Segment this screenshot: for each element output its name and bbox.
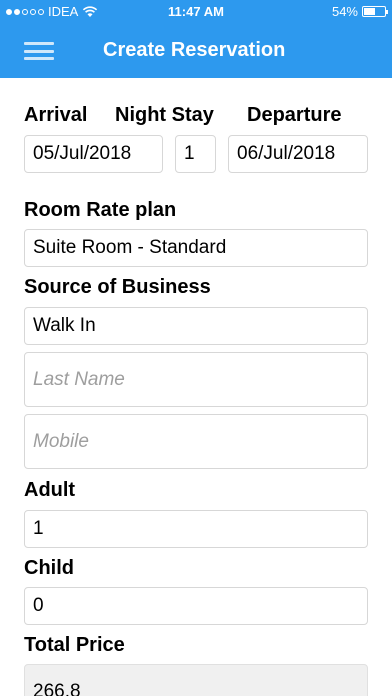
- arrival-date-field[interactable]: 05/Jul/2018: [24, 135, 163, 173]
- room-rate-plan-select[interactable]: Suite Room - Standard: [24, 229, 368, 267]
- departure-date-field[interactable]: 06/Jul/2018: [228, 135, 368, 173]
- battery-info: 54%: [331, 4, 388, 19]
- battery-icon: [362, 6, 388, 17]
- hamburger-menu-icon[interactable]: [24, 38, 54, 64]
- mobile-input[interactable]: Mobile: [24, 414, 368, 469]
- battery-percent: 54%: [331, 4, 358, 19]
- departure-label: Departure: [247, 104, 342, 126]
- source-of-business-label: Source of Business: [24, 276, 211, 298]
- last-name-input[interactable]: Last Name: [24, 352, 368, 407]
- source-of-business-select[interactable]: Walk In: [24, 307, 368, 345]
- page-title: Create Reservation: [103, 39, 286, 61]
- night-stay-label: Night Stay: [115, 104, 214, 126]
- status-bar: IDEA 11:47 AM 54%: [0, 0, 392, 24]
- adult-count-field[interactable]: 1: [24, 510, 368, 548]
- night-stay-field[interactable]: 1: [175, 135, 216, 173]
- adult-label: Adult: [24, 479, 76, 501]
- battery-level-fill: [364, 8, 375, 15]
- child-count-field[interactable]: 0: [24, 587, 368, 625]
- arrival-label: Arrival: [24, 104, 88, 126]
- child-label: Child: [24, 557, 74, 579]
- total-price-field: 266.8: [24, 664, 368, 696]
- room-rate-plan-label: Room Rate plan: [24, 199, 177, 221]
- total-price-label: Total Price: [24, 634, 125, 656]
- app-bar: Create Reservation: [0, 24, 392, 78]
